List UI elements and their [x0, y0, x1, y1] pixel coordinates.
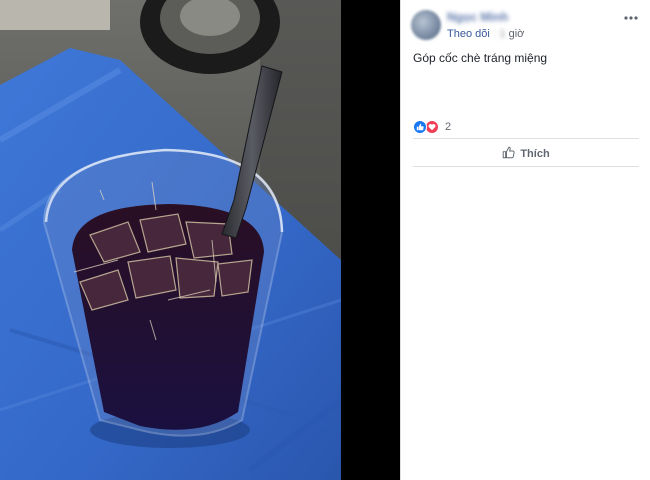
- divider-bottom: [413, 166, 639, 167]
- timestamp-unit[interactable]: giờ: [509, 28, 525, 40]
- thumbs-up-icon: [502, 146, 515, 162]
- follow-link[interactable]: Theo dõi: [447, 28, 490, 40]
- avatar[interactable]: [411, 10, 441, 40]
- timestamp-value[interactable]: 1: [499, 28, 505, 40]
- photo-artwork: [0, 0, 341, 480]
- divider-top: [413, 138, 639, 139]
- like-reaction-icon: [413, 120, 427, 134]
- more-options-icon[interactable]: [623, 8, 639, 24]
- author-name[interactable]: Ngọc Minh: [447, 10, 508, 24]
- meta-separator: ·: [492, 28, 497, 40]
- reaction-count: 2: [445, 121, 452, 133]
- post-panel: Ngọc Minh Theo dõi · 1 giờ Góp cốc chè t…: [400, 0, 650, 480]
- post-photo[interactable]: [0, 0, 341, 480]
- photo-viewer: [0, 0, 400, 480]
- reactions-summary[interactable]: 2: [413, 120, 451, 134]
- like-button[interactable]: Thích: [413, 143, 639, 165]
- post-caption: Góp cốc chè tráng miệng: [413, 51, 548, 65]
- love-reaction-icon: [425, 120, 439, 134]
- post-meta: Theo dõi · 1 giờ: [447, 28, 524, 40]
- like-button-label: Thích: [520, 148, 550, 160]
